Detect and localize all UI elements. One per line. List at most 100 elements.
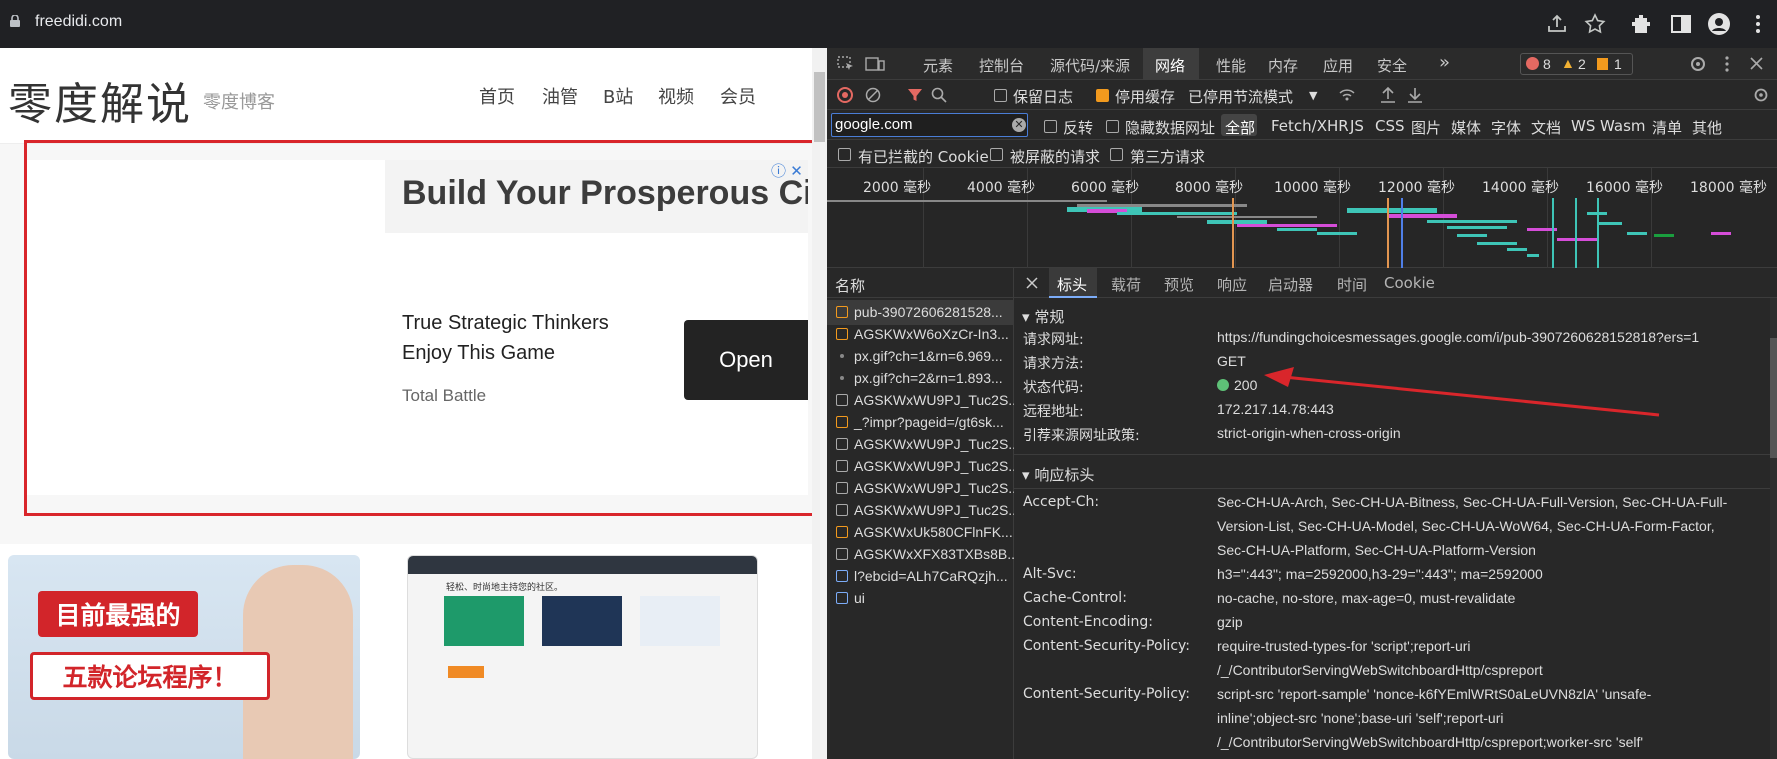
third-party-checkbox[interactable] <box>1110 148 1123 161</box>
tab-payload[interactable]: 载荷 <box>1111 274 1141 295</box>
menu-kebab-icon[interactable] <box>1746 12 1770 36</box>
thumbnail-screenshot <box>640 596 720 646</box>
video-thumbnail-community[interactable]: 轻松、时尚地主持您的社区。 <box>407 555 758 759</box>
extensions-icon[interactable] <box>1629 12 1653 36</box>
alt-svc-key: Alt-Svc: <box>1023 566 1077 582</box>
page-scrollbar[interactable] <box>812 48 827 759</box>
scrollbar-thumb[interactable] <box>814 72 825 142</box>
filter-type-doc[interactable]: 文档 <box>1531 117 1561 138</box>
referrer-policy-value: strict-origin-when-cross-origin <box>1217 425 1401 441</box>
tab-memory[interactable]: 内存 <box>1268 55 1298 76</box>
bookmark-star-icon[interactable] <box>1583 12 1607 36</box>
site-logo[interactable]: 零度解说 <box>8 68 192 132</box>
nav-item-video[interactable]: 视频 <box>658 83 694 109</box>
tab-preview[interactable]: 预览 <box>1164 274 1194 295</box>
response-headers-title: 响应标头 <box>1034 466 1095 484</box>
tab-security[interactable]: 安全 <box>1377 55 1407 76</box>
tab-headers[interactable]: 标头 <box>1057 274 1087 295</box>
lock-icon[interactable] <box>10 15 20 27</box>
network-conditions-icon[interactable] <box>1338 87 1356 103</box>
tab-performance[interactable]: 性能 <box>1216 55 1246 76</box>
general-section-header[interactable]: ▾ 常规 <box>1022 306 1064 327</box>
export-har-icon[interactable] <box>1407 86 1423 104</box>
filter-type-css[interactable]: CSS <box>1375 117 1405 135</box>
filter-type-img[interactable]: 图片 <box>1411 117 1441 138</box>
profile-avatar-icon[interactable] <box>1707 12 1731 36</box>
tab-console[interactable]: 控制台 <box>979 55 1024 76</box>
web-page: 零度解说 零度博客 首页 油管 B站 视频 会员 Build Your Pros… <box>0 48 827 759</box>
csp-value-line1: script-src 'report-sample' 'nonce-k6fYEm… <box>1217 686 1652 702</box>
close-detail-icon[interactable] <box>1026 277 1038 289</box>
more-tabs-icon[interactable]: » <box>1439 52 1450 73</box>
request-name: AGSKWxWU9PJ_Tuc2S... <box>854 502 1014 518</box>
info-count: 1 <box>1614 56 1622 72</box>
filter-type-all[interactable]: 全部 <box>1225 117 1255 138</box>
search-icon[interactable] <box>931 87 947 103</box>
site-subtitle[interactable]: 零度博客 <box>203 88 275 114</box>
filter-funnel-icon[interactable] <box>907 87 923 103</box>
tab-sources[interactable]: 源代码/来源 <box>1050 55 1130 76</box>
nav-item-bilibili[interactable]: B站 <box>603 83 633 109</box>
filter-type-manifest[interactable]: 清单 <box>1652 117 1682 138</box>
side-panel-icon[interactable] <box>1669 12 1693 36</box>
tab-network[interactable]: 网络 <box>1155 55 1185 76</box>
blocked-requests-checkbox[interactable] <box>990 148 1003 161</box>
filter-type-media[interactable]: 媒体 <box>1451 117 1481 138</box>
detail-scrollbar[interactable] <box>1770 298 1777 759</box>
device-toolbar-icon[interactable] <box>865 56 885 72</box>
filter-input[interactable]: google.com <box>831 113 1028 137</box>
more-options-icon[interactable] <box>1722 55 1732 73</box>
section-divider <box>1014 488 1777 489</box>
timeline-tick-label: 12000 毫秒 <box>1378 180 1455 196</box>
filter-type-fetch-xhr[interactable]: Fetch/XHR <box>1271 117 1349 135</box>
error-count: 8 <box>1543 56 1551 72</box>
request-name: AGSKWxWU9PJ_Tuc2S... <box>854 458 1014 474</box>
nav-item-home[interactable]: 首页 <box>479 83 515 109</box>
request-row[interactable]: ui <box>827 586 1014 611</box>
filter-type-wasm[interactable]: Wasm <box>1600 117 1646 135</box>
tab-initiator[interactable]: 启动器 <box>1268 274 1313 295</box>
nav-item-member[interactable]: 会员 <box>720 83 756 109</box>
network-overview-timeline[interactable]: 2000 毫秒 4000 毫秒 6000 毫秒 8000 毫秒 10000 毫秒… <box>827 168 1777 268</box>
tab-cookies[interactable]: Cookie <box>1384 274 1435 292</box>
tab-application[interactable]: 应用 <box>1323 55 1353 76</box>
tab-timing[interactable]: 时间 <box>1337 274 1367 295</box>
issues-counter[interactable]: 8 ▲ 2 1 <box>1520 53 1633 75</box>
address-bar-url[interactable]: freedidi.com <box>35 13 122 31</box>
preserve-log-checkbox[interactable] <box>994 89 1007 102</box>
response-headers-section-header[interactable]: ▾ 响应标头 <box>1022 464 1094 485</box>
tab-response[interactable]: 响应 <box>1217 274 1247 295</box>
section-divider <box>1014 454 1777 455</box>
throttle-select[interactable]: 已停用节流模式 <box>1188 86 1293 107</box>
clear-filter-icon[interactable]: ✕ <box>1012 118 1026 132</box>
tab-elements[interactable]: 元素 <box>923 55 953 76</box>
request-type-icon <box>836 306 848 318</box>
nav-item-youtube[interactable]: 油管 <box>542 83 578 109</box>
accept-ch-key: Accept-Ch: <box>1023 494 1100 510</box>
network-settings-icon[interactable] <box>1753 87 1769 103</box>
clear-icon[interactable] <box>865 87 881 103</box>
disable-cache-checkbox[interactable] <box>1096 89 1109 102</box>
chevron-down-icon[interactable]: ▼ <box>1309 89 1317 102</box>
name-column-header[interactable]: 名称 <box>835 275 865 296</box>
inspect-element-icon[interactable] <box>837 56 855 72</box>
invert-checkbox[interactable] <box>1044 120 1057 133</box>
request-type-icon <box>836 482 848 494</box>
close-devtools-icon[interactable] <box>1750 57 1763 70</box>
video-thumbnail-forum[interactable]: 目前最强的 五款论坛程序！ <box>8 555 360 759</box>
share-icon[interactable] <box>1545 12 1569 36</box>
filter-type-ws[interactable]: WS <box>1571 117 1595 135</box>
record-icon[interactable] <box>837 87 853 103</box>
third-party-label: 第三方请求 <box>1130 148 1206 166</box>
blocked-cookies-label: 有已拦截的 Cookie <box>858 148 989 166</box>
import-har-icon[interactable] <box>1380 86 1396 104</box>
hide-data-urls-checkbox[interactable] <box>1106 120 1119 133</box>
scrollbar-thumb[interactable] <box>1770 338 1777 458</box>
site-header: 零度解说 零度博客 首页 油管 B站 视频 会员 <box>0 48 812 144</box>
filter-type-js[interactable]: JS <box>1350 117 1364 135</box>
filter-type-font[interactable]: 字体 <box>1491 117 1521 138</box>
settings-gear-icon[interactable] <box>1689 55 1707 73</box>
blocked-cookies-checkbox[interactable] <box>838 148 851 161</box>
filter-type-other[interactable]: 其他 <box>1692 117 1722 138</box>
request-name: AGSKWxXFX83TXBs8B... <box>854 546 1014 562</box>
